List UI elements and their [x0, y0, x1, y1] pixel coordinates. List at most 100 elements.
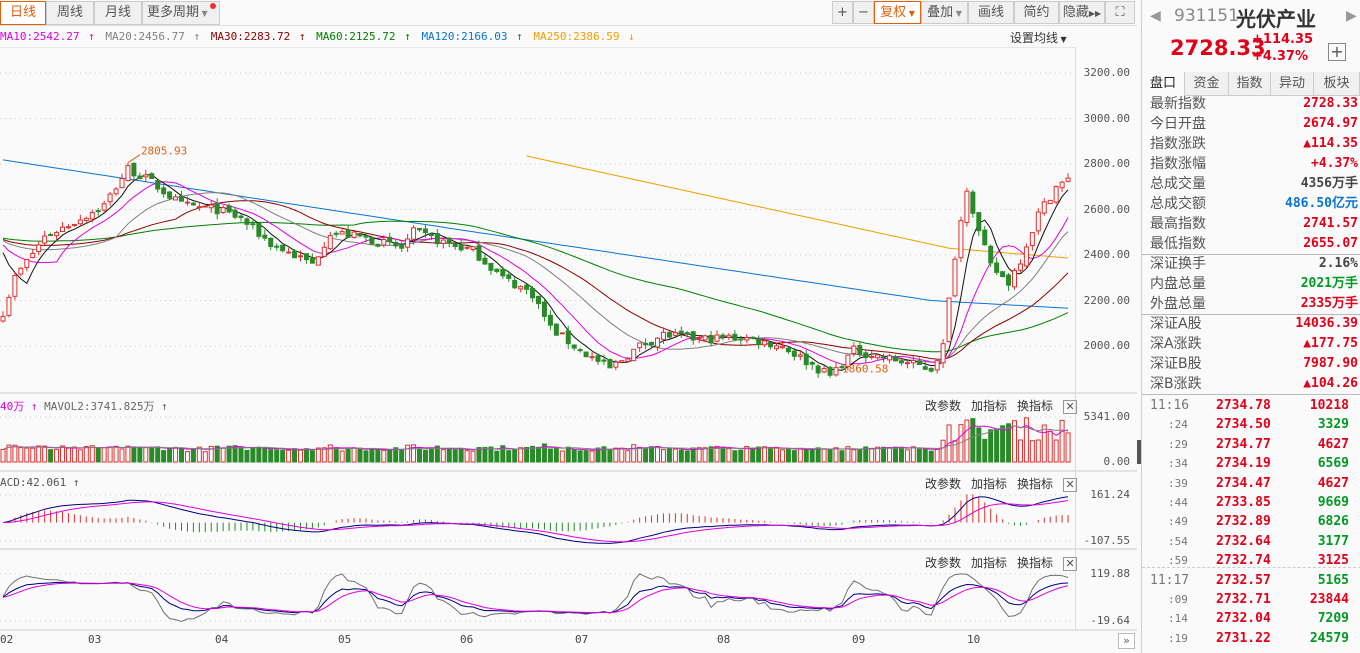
- volume-bar: [238, 446, 244, 463]
- next-stock-icon[interactable]: ▶: [1346, 8, 1357, 24]
- candle: [524, 284, 530, 290]
- add-indicator-button[interactable]: 加指标: [971, 477, 1007, 491]
- candle: [1065, 177, 1071, 182]
- date-axis-label: 07: [575, 633, 589, 646]
- add-indicator-button[interactable]: 加指标: [971, 556, 1007, 570]
- candle: [738, 338, 744, 341]
- edit-params-button[interactable]: 改参数: [925, 556, 961, 570]
- tick-time: :34: [1168, 457, 1188, 471]
- volume-bar: [887, 447, 893, 463]
- candle: [440, 239, 446, 244]
- candle: [411, 227, 417, 240]
- volume-bar: [131, 446, 137, 463]
- quote-tab[interactable]: 异动: [1271, 72, 1314, 96]
- volume-bar: [785, 447, 791, 463]
- quote-tab[interactable]: 盘口: [1142, 72, 1185, 96]
- candle: [791, 350, 797, 357]
- volume-bar: [369, 449, 375, 463]
- candle: [488, 262, 494, 271]
- quote-tab[interactable]: 板块: [1314, 72, 1360, 96]
- volume-bar: [89, 445, 95, 463]
- prev-stock-icon[interactable]: ◀: [1150, 8, 1161, 24]
- volume-bar: [422, 449, 428, 463]
- volume-bar: [1035, 439, 1041, 463]
- candle: [833, 367, 839, 376]
- stat-value: 4356万手: [1300, 176, 1358, 191]
- candle: [976, 212, 982, 232]
- volume-bar: [976, 427, 982, 463]
- add-indicator-button[interactable]: 加指标: [971, 399, 1007, 413]
- volume-bar: [684, 450, 690, 463]
- stat-label: 外盘总量: [1150, 296, 1206, 312]
- candle: [333, 232, 339, 235]
- date-axis-label: 10: [967, 633, 981, 646]
- close-icon[interactable]: ✕: [1063, 556, 1078, 571]
- stat-label: 深证A股: [1150, 316, 1202, 332]
- volume-bar: [875, 446, 881, 463]
- high-annotation: 2805.93: [141, 145, 187, 158]
- scroll-right-button[interactable]: »: [1118, 633, 1135, 649]
- stat-label: 内盘总量: [1150, 276, 1206, 292]
- candle: [655, 337, 660, 348]
- volume-bar: [1053, 439, 1059, 463]
- volume-bar: [18, 447, 24, 463]
- stat-value: 2655.07: [1303, 236, 1358, 251]
- mavol1-line: [2, 425, 1069, 451]
- tick-time: :14: [1168, 612, 1188, 626]
- volume-bar: [898, 446, 904, 463]
- candle: [988, 245, 994, 264]
- stat-row: 总成交量 4356万手: [1150, 174, 1358, 194]
- volume-bar: [583, 450, 589, 463]
- switch-indicator-button[interactable]: 换指标: [1017, 556, 1053, 570]
- volume-bar: [720, 446, 726, 463]
- tick-volume: 7209: [1317, 611, 1349, 627]
- candle: [214, 202, 220, 215]
- stat-row: 指数涨跌 ▲114.35: [1150, 134, 1358, 154]
- tick-row: :49 2732.89 6826: [1142, 512, 1360, 531]
- tick-price: 2732.64: [1216, 533, 1271, 549]
- volume-bar: [815, 447, 821, 463]
- switch-indicator-button[interactable]: 换指标: [1017, 399, 1053, 413]
- volume-bar: [387, 449, 393, 463]
- edit-params-button[interactable]: 改参数: [925, 399, 961, 413]
- candle: [95, 210, 101, 213]
- candle: [36, 244, 42, 253]
- volume-bar: [12, 444, 18, 463]
- volume-bar: [149, 446, 155, 463]
- stat-value: ▲177.75: [1303, 336, 1358, 351]
- dea-line: [2, 500, 1069, 543]
- close-icon[interactable]: ✕: [1063, 399, 1078, 414]
- volume-bar: [512, 449, 518, 463]
- volume-bar: [268, 449, 274, 463]
- candle: [803, 353, 809, 366]
- close-icon[interactable]: ✕: [1063, 477, 1078, 492]
- candle: [1000, 271, 1006, 278]
- candle: [292, 250, 298, 259]
- add-watchlist-button[interactable]: +: [1328, 43, 1346, 61]
- candle: [863, 352, 869, 359]
- volume-bar: [1041, 424, 1047, 463]
- volume-bar: [256, 446, 262, 463]
- quote-tab[interactable]: 指数: [1229, 72, 1271, 96]
- candle: [964, 190, 970, 223]
- volume-bar: [839, 450, 845, 463]
- edit-params-button[interactable]: 改参数: [925, 477, 961, 491]
- candle: [143, 174, 149, 178]
- volume-bar: [161, 450, 167, 463]
- volume-bar: [54, 448, 60, 463]
- tick-time: :19: [1168, 631, 1188, 645]
- quote-tab[interactable]: 资金: [1185, 72, 1229, 96]
- volume-bar: [196, 446, 202, 463]
- volume-panel-actions: 改参数 加指标 换指标 ✕: [915, 397, 1078, 414]
- volume-bar: [119, 448, 125, 463]
- candle: [774, 345, 779, 350]
- tick-row: 11:17 2732.57 5165: [1142, 571, 1360, 590]
- tick-volume: 3329: [1317, 417, 1349, 433]
- volume-bar: [262, 447, 268, 463]
- candle: [268, 237, 274, 247]
- stat-row: 深A涨跌 ▲177.75: [1150, 334, 1358, 354]
- switch-indicator-button[interactable]: 换指标: [1017, 477, 1053, 491]
- volume-bar: [458, 448, 464, 463]
- candle: [660, 331, 666, 340]
- ma20-line: [2, 192, 1069, 363]
